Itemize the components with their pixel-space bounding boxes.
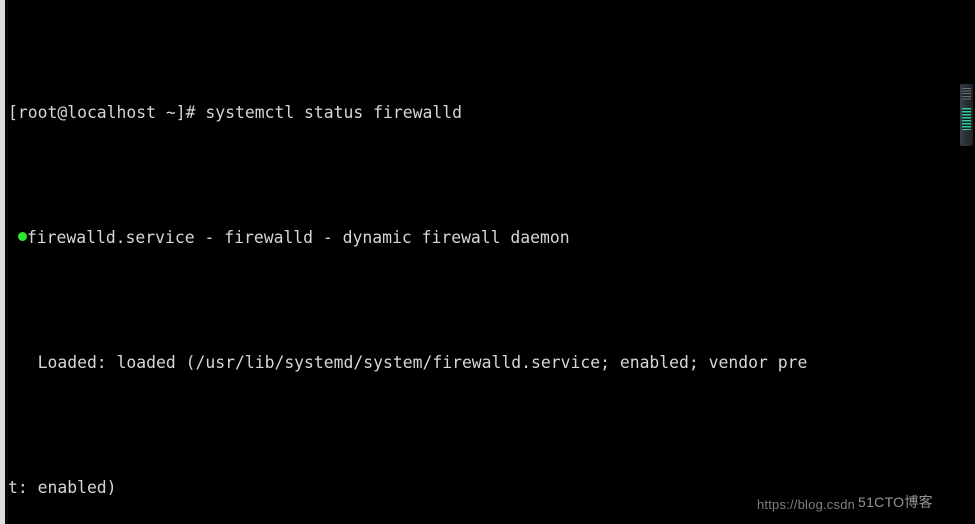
typed-command: systemctl status firewalld [205,103,462,122]
window-left-border-inner [5,0,8,524]
command-line: [root@localhost ~]# systemctl status fir… [8,100,975,125]
unit-header-line: firewalld.service - firewalld - dynamic … [8,225,975,250]
loaded-line: Loaded: loaded (/usr/lib/systemd/system/… [8,350,975,375]
scrollbar-grip-lower[interactable] [962,108,971,130]
scrollbar-grip-upper[interactable] [962,88,971,100]
unit-header-text: firewalld.service - firewalld - dynamic … [26,228,570,247]
loaded-value: loaded (/usr/lib/systemd/system/firewall… [116,353,808,372]
loaded-wrap-text: t: enabled) [8,478,117,497]
loaded-wrap-line: t: enabled) [8,475,975,500]
shell-prompt: [root@localhost ~]# [8,103,206,122]
leading-space [8,228,18,247]
status-dot-icon [17,232,27,241]
scrollbar-track[interactable] [959,0,975,524]
terminal-screen[interactable]: [root@localhost ~]# systemctl status fir… [8,0,975,524]
loaded-label: Loaded: [8,353,117,372]
terminal-window[interactable]: [root@localhost ~]# systemctl status fir… [0,0,975,524]
